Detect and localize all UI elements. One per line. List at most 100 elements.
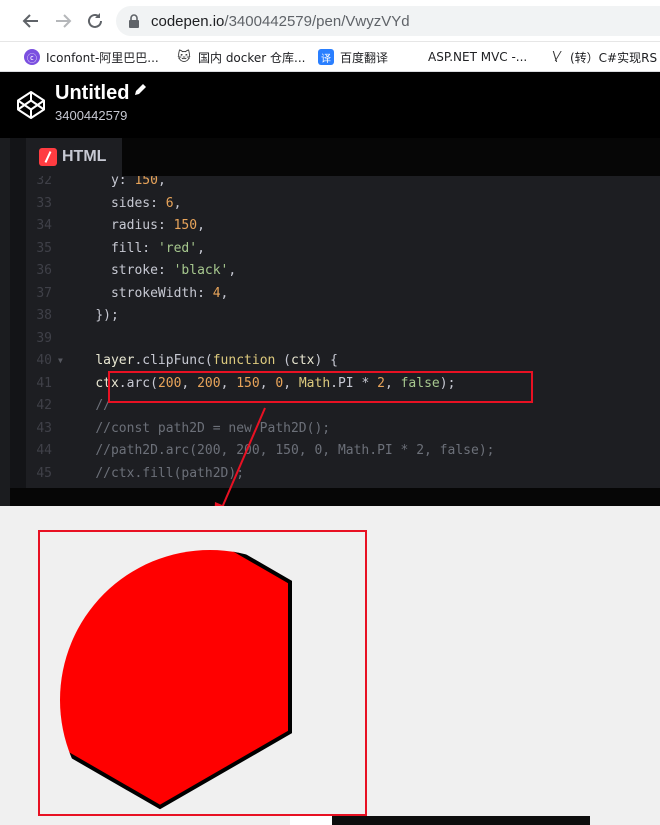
code-line[interactable]: 32 y: 150, — [26, 176, 660, 193]
line-number: 35 — [36, 240, 52, 256]
code-line[interactable]: 45 //ctx.fill(path2D); — [26, 463, 660, 486]
code-token: //const path2D = new Path2D(); — [95, 420, 331, 436]
editor-resize-bar[interactable] — [10, 488, 660, 506]
line-number: 34 — [36, 218, 52, 233]
code-token: 'black' — [173, 263, 229, 278]
code-token: , — [173, 195, 182, 211]
fold-arrow-icon[interactable]: ▼ — [58, 350, 63, 373]
code-text: radius: 150, — [64, 215, 205, 238]
bookmark-baidu-translate[interactable]: 译 百度翻译 — [318, 46, 388, 68]
line-number: 32 — [36, 176, 52, 188]
bookmark-iconfont[interactable]: ⓒ Iconfont-阿里巴巴... — [24, 46, 159, 68]
code-line[interactable]: 39 — [26, 328, 660, 351]
result-preview — [0, 506, 660, 825]
code-line[interactable]: 33 sides: 6, — [26, 193, 660, 216]
code-editor[interactable]: 32 y: 150, 33 sides: 6, 34 radius: 150, 35 … — [26, 176, 660, 488]
code-token: , — [197, 240, 205, 256]
pen-title[interactable]: Untitled — [55, 82, 147, 105]
code-line[interactable]: 43 //const path2D = new Path2D(); — [26, 418, 660, 441]
code-line[interactable]: 34 radius: 150, — [26, 215, 660, 238]
code-token: ( — [275, 353, 292, 368]
code-text: fill: 'red', — [64, 238, 205, 261]
translate-icon: 译 — [318, 49, 334, 65]
code-token: stroke — [95, 263, 158, 278]
clipped-hexagon — [60, 550, 292, 810]
code-line[interactable]: 36 stroke: 'black', — [26, 260, 660, 283]
bottom-console-bar — [332, 816, 590, 825]
code-token: ) { — [314, 353, 338, 368]
cnblogs-icon: \⁄ — [552, 49, 560, 65]
code-token: , — [228, 263, 237, 278]
code-token: 150 — [134, 176, 158, 188]
code-line[interactable]: 38 }); — [26, 305, 660, 328]
line-number: 40 — [36, 353, 52, 368]
bookmark-label: 百度翻译 — [340, 50, 389, 65]
pen-title-text: Untitled — [55, 82, 130, 104]
line-number: 33 — [36, 195, 52, 211]
pencil-icon[interactable] — [133, 83, 147, 97]
code-text: y: 150, — [64, 176, 166, 193]
code-token: strokeWidth — [95, 285, 198, 301]
reload-button[interactable] — [84, 10, 106, 32]
code-line[interactable]: 35 fill: 'red', — [26, 238, 660, 261]
codepen-logo-icon[interactable] — [16, 90, 46, 120]
line-number: 41 — [36, 375, 52, 391]
url-text: codepen.io/3400442579/pen/VwyzVYd — [151, 13, 410, 30]
code-token: , — [157, 176, 166, 188]
code-line[interactable]: 44 //path2D.arc(200, 200, 150, 0, Math.P… — [26, 440, 660, 463]
code-text: //const path2D = new Path2D(); — [64, 418, 330, 441]
line-number: 37 — [36, 285, 52, 301]
code-token: clipFunc — [142, 353, 205, 368]
code-text: stroke: 'black', — [64, 260, 236, 283]
bookmark-label: (转）C#实现RS — [570, 50, 658, 65]
lock-icon — [129, 14, 139, 28]
code-token: ( — [204, 353, 213, 368]
line-number: 42 — [36, 398, 52, 413]
code-token: 6 — [165, 195, 174, 211]
bottom-widget — [290, 816, 332, 825]
code-text: // — [64, 395, 111, 418]
pen-author[interactable]: 3400442579 — [55, 108, 127, 123]
forward-button[interactable] — [52, 10, 74, 32]
browser-toolbar: codepen.io/3400442579/pen/VwyzVYd — [0, 0, 660, 42]
editor-tabbar: HTML — [26, 138, 660, 176]
bookmarks-bar: ⓒ Iconfont-阿里巴巴... 🐱 国内 docker 仓库... 译 百… — [0, 42, 660, 72]
code-line[interactable]: 40 ▼ layer.clipFunc(function (ctx) { — [26, 350, 660, 373]
address-bar[interactable]: codepen.io/3400442579/pen/VwyzVYd — [116, 6, 660, 36]
code-token: : — [118, 176, 135, 188]
code-token: , — [220, 285, 229, 301]
tab-html-label: HTML — [62, 148, 107, 165]
code-token: layer — [95, 353, 135, 368]
code-token: sides — [95, 195, 151, 211]
code-token: fill — [95, 240, 143, 256]
code-text: //path2D.arc(200, 200, 150, 0, Math.PI *… — [64, 440, 494, 463]
code-token: , — [197, 218, 205, 233]
line-number: 36 — [36, 263, 52, 278]
code-token: function — [212, 353, 276, 368]
code-token: : — [150, 195, 166, 211]
code-token: : — [157, 263, 174, 278]
arrow-left-icon — [22, 14, 38, 28]
bookmark-docker[interactable]: 🐱 国内 docker 仓库... — [176, 46, 305, 68]
code-line[interactable]: 37 strokeWidth: 4, — [26, 283, 660, 306]
highlight-box — [108, 371, 533, 403]
bookmark-label: 国内 docker 仓库... — [198, 50, 306, 65]
code-token: radius — [95, 218, 158, 233]
tab-html[interactable]: HTML — [26, 138, 122, 176]
back-button[interactable] — [20, 10, 42, 32]
bookmark-aspnet[interactable]: ASP.NET MVC -... — [406, 46, 527, 68]
code-token: 'red' — [157, 240, 198, 256]
editor-edge — [0, 138, 10, 506]
code-text: strokeWidth: 4, — [64, 283, 228, 306]
bookmark-cnblogs[interactable]: \⁄ (转）C#实现RS — [548, 46, 657, 68]
